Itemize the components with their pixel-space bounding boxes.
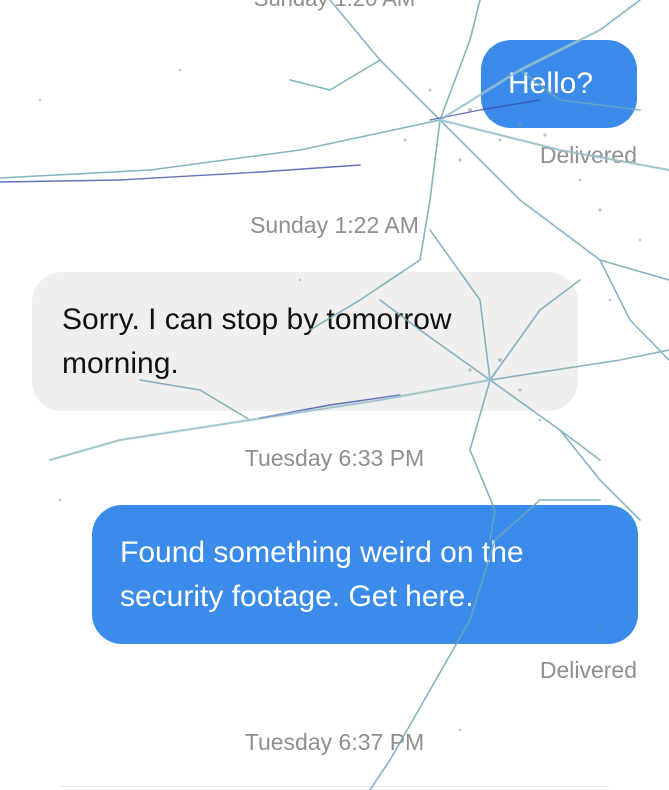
timestamp: Tuesday 6:33 PM bbox=[244, 445, 425, 471]
delivered-status: Delivered bbox=[539, 142, 637, 168]
message-text: Hello? bbox=[508, 67, 594, 100]
message-text: Found something weird on the security fo… bbox=[120, 536, 524, 613]
divider bbox=[60, 786, 609, 787]
outgoing-message[interactable]: Found something weird on the security fo… bbox=[92, 505, 638, 644]
partial-timestamp: Sunday 1:20 AM bbox=[0, 0, 669, 12]
delivered-status: Delivered bbox=[539, 657, 637, 683]
message-thread[interactable]: Sunday 1:20 AM Hello? Delivered Sunday 1… bbox=[0, 0, 669, 790]
incoming-message[interactable]: Sorry. I can stop by tomorrow morning. bbox=[32, 272, 578, 411]
timestamp: Sunday 1:22 AM bbox=[250, 212, 419, 238]
message-text: Sorry. I can stop by tomorrow morning. bbox=[62, 303, 452, 380]
outgoing-message[interactable]: Hello? bbox=[481, 40, 637, 128]
timestamp: Tuesday 6:37 PM bbox=[244, 729, 425, 755]
